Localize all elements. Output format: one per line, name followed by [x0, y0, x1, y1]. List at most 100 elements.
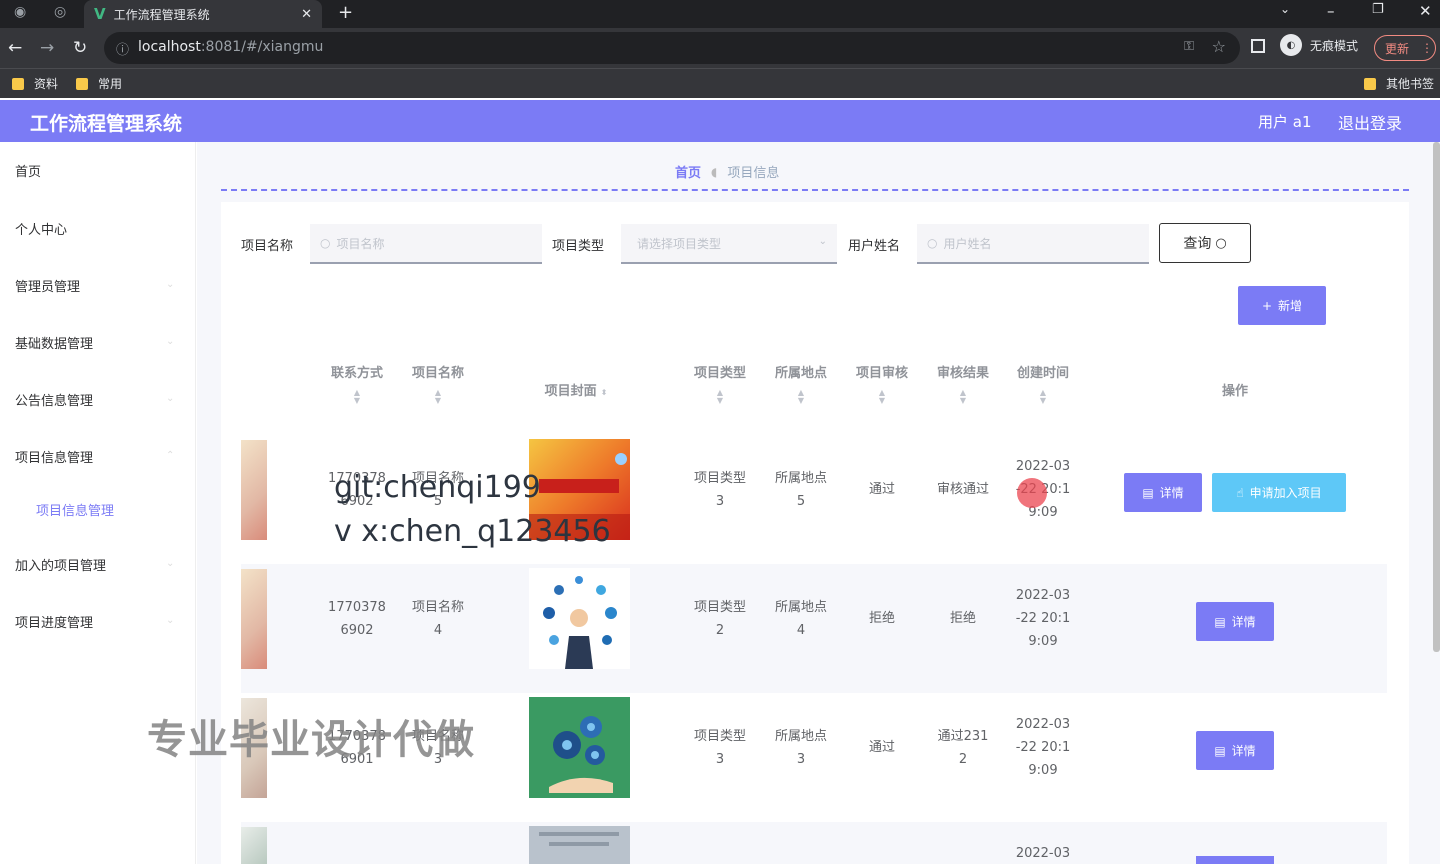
column-header-place[interactable]: 所属地点 ▲ ▼ [771, 362, 831, 405]
detail-button[interactable] [1196, 856, 1274, 864]
apply-join-button[interactable]: ☝ 申请加入项目 [1212, 473, 1346, 512]
cell-review: 通过 [868, 740, 895, 755]
sidebar-item-home[interactable]: 首页 [15, 161, 41, 180]
sort-icon[interactable]: ▲ ▼ [1013, 389, 1073, 405]
url-text: localhost:8081/#/xiangmu [138, 39, 323, 55]
new-tab-icon[interactable]: + [338, 2, 353, 23]
cell-time: 2022-03 [1015, 846, 1071, 861]
url-path: :8081/#/xiangmu [200, 39, 324, 55]
sidebar-item-base-data[interactable]: 基础数据管理 [15, 333, 93, 352]
project-cover-image [529, 568, 630, 669]
column-header-cover[interactable]: 项目封面 ⬍ [533, 380, 619, 399]
row-image [241, 440, 267, 540]
chevron-down-icon: ⌄ [166, 558, 175, 569]
column-header-type[interactable]: 项目类型 ▲ ▼ [690, 362, 750, 405]
sort-icon[interactable]: ▲ ▼ [690, 389, 750, 405]
bookmark-label: 常用 [98, 77, 123, 91]
user-name-input[interactable]: ○ 用户姓名 [917, 224, 1149, 264]
cell-place: 所属地点 5 [771, 467, 831, 513]
tab-close-icon[interactable]: ✕ [301, 7, 312, 22]
column-header-time[interactable]: 创建时间 ▲ ▼ [1013, 362, 1073, 405]
password-key-icon[interactable]: ⚿ [1184, 39, 1194, 54]
type-line2: 3 [715, 494, 725, 509]
logout-link[interactable]: 退出登录 [1338, 110, 1402, 134]
sort-icon[interactable]: ⬍ [601, 388, 608, 397]
detail-label: 详情 [1159, 486, 1184, 500]
sidebar-item-projects[interactable]: 项目信息管理 [15, 447, 93, 466]
side-panel-icon[interactable] [1251, 39, 1265, 53]
add-label: 新增 [1278, 299, 1303, 313]
cell-name: 项目名称 4 [408, 596, 468, 642]
close-window-icon[interactable]: ✕ [1419, 2, 1432, 20]
bookmark-label: 其他书签 [1386, 77, 1435, 91]
bookmark-label: 资料 [34, 77, 59, 91]
bookmark-folder-0[interactable]: 资料 [12, 75, 58, 92]
chevron-down-icon: ⌄ [166, 336, 175, 347]
divider [221, 189, 1409, 191]
folder-icon [76, 77, 88, 90]
restore-icon[interactable]: ❐ [1372, 2, 1384, 17]
detail-button[interactable]: ▤ 详情 [1124, 473, 1202, 512]
bookmark-folder-1[interactable]: 常用 [76, 75, 122, 92]
column-header-actions: 操作 [1221, 384, 1248, 399]
type-line1: 项目类型 [693, 471, 746, 486]
column-label: 项目名称 [411, 366, 464, 381]
cell-result: 审核通过 [936, 482, 989, 497]
column-label: 联系方式 [330, 366, 383, 381]
add-button[interactable]: + 新增 [1238, 286, 1326, 325]
sort-icon[interactable]: ▲ ▼ [771, 389, 831, 405]
column-header-result[interactable]: 审核结果 ▲ ▼ [933, 362, 993, 405]
search-icon: ○ [927, 236, 938, 250]
type-line1: 项目类型 [693, 729, 746, 744]
sort-icon[interactable]: ▲ ▼ [408, 389, 468, 405]
sidebar-item-admins[interactable]: 管理员管理 [15, 276, 80, 295]
sidebar-item-notices[interactable]: 公告信息管理 [15, 390, 93, 409]
column-header-phone[interactable]: 联系方式 ▲ ▼ [327, 362, 387, 405]
sort-icon[interactable]: ▲ ▼ [327, 389, 387, 405]
url-host: localhost [138, 39, 201, 55]
update-button[interactable]: 更新 ⋮ [1374, 35, 1436, 61]
detail-button[interactable]: ▤ 详情 [1196, 731, 1274, 770]
forward-icon[interactable]: → [40, 38, 54, 58]
sort-icon[interactable]: ▲ ▼ [852, 389, 912, 405]
page-scrollbar[interactable] [1433, 142, 1440, 652]
sidebar-item-profile[interactable]: 个人中心 [15, 219, 67, 238]
hand-icon: ☝ [1236, 485, 1244, 500]
browser-tab-icon[interactable]: ◎ [54, 4, 66, 20]
time-line2: -22 20:1 [1015, 740, 1071, 755]
browser-menu-icon[interactable]: ◉ [14, 4, 26, 20]
bookmark-star-icon[interactable]: ☆ [1212, 37, 1226, 56]
incognito-label: 无痕模式 [1310, 38, 1359, 53]
project-name-input[interactable]: ○ 项目名称 [310, 224, 542, 264]
cell-result: 拒绝 [949, 611, 976, 626]
sidebar-item-progress[interactable]: 项目进度管理 [15, 612, 93, 631]
url-field[interactable]: ⓘ localhost:8081/#/xiangmu ⚿ ☆ [104, 32, 1240, 64]
place-line1: 所属地点 [774, 600, 827, 615]
table-row: 2022-03 [241, 822, 1387, 864]
more-menu-icon[interactable]: ⋮ [1421, 41, 1433, 55]
sort-icon[interactable]: ▲ ▼ [933, 389, 993, 405]
other-bookmarks[interactable]: 其他书签 [1364, 75, 1434, 92]
reload-icon[interactable]: ↻ [73, 38, 87, 58]
column-header-name[interactable]: 项目名称 ▲ ▼ [408, 362, 468, 405]
cell-place: 所属地点 4 [771, 596, 831, 642]
browser-tab-active[interactable]: V 工作流程管理系统 ✕ [84, 0, 322, 28]
breadcrumb-separator-icon: ◖ [711, 164, 718, 179]
place-line1: 所属地点 [774, 729, 827, 744]
sidebar-subitem-project-info[interactable]: 项目信息管理 [36, 500, 114, 519]
site-info-icon[interactable]: ⓘ [116, 39, 129, 58]
breadcrumb-home[interactable]: 首页 [675, 162, 701, 181]
incognito-indicator[interactable]: ◐ 无痕模式 [1280, 34, 1358, 56]
detail-label: 详情 [1231, 744, 1256, 758]
query-button[interactable]: 查询 ○ [1159, 223, 1251, 263]
detail-button[interactable]: ▤ 详情 [1196, 602, 1274, 641]
tab-search-icon[interactable]: ⌄ [1280, 2, 1290, 16]
query-label: 查询 [1183, 236, 1212, 252]
back-icon[interactable]: ← [8, 38, 22, 58]
project-type-select[interactable]: 请选择项目类型 ⌄ [621, 224, 837, 264]
time-line2: -22 20:1 [1015, 611, 1071, 626]
minimize-icon[interactable]: – [1327, 2, 1335, 20]
column-header-review[interactable]: 项目审核 ▲ ▼ [852, 362, 912, 405]
breadcrumb-current: 项目信息 [727, 166, 780, 181]
sidebar-item-joined-projects[interactable]: 加入的项目管理 [15, 555, 106, 574]
